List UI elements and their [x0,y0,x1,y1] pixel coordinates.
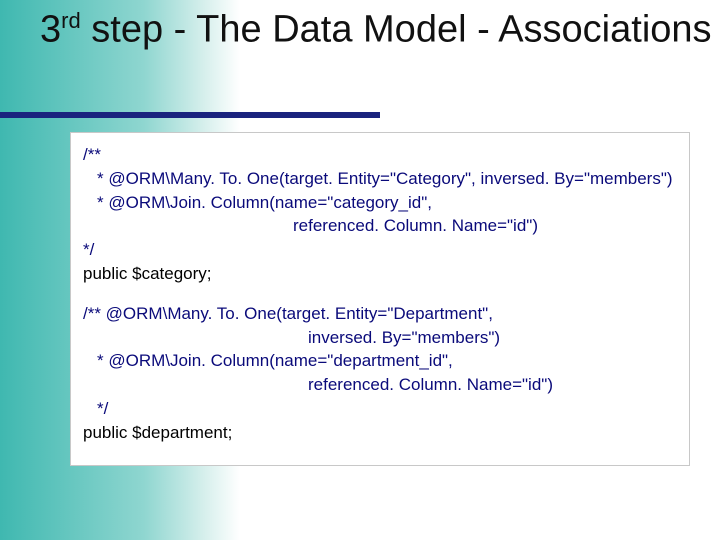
code-statement: public $department; [83,421,677,445]
title-ordinal-suffix: rd [61,8,81,33]
title-underline [0,112,380,118]
code-box: /** * @ORM\Many. To. One(target. Entity=… [70,132,690,466]
code-line: * @ORM\Join. Column(name="category_id", [83,191,677,215]
title-rest: step - The Data Model - Associations [81,9,712,51]
code-line: /** [83,143,677,167]
spacer [83,292,677,302]
code-line: referenced. Column. Name="id") [83,214,677,238]
code-line: /** @ORM\Many. To. One(target. Entity="D… [83,302,677,326]
title-ordinal: 3 [40,9,61,51]
code-line: * @ORM\Join. Column(name="department_id"… [83,349,677,373]
code-line: referenced. Column. Name="id") [83,373,677,397]
code-block-1: /** * @ORM\Many. To. One(target. Entity=… [83,143,677,286]
code-line: inversed. By="members") [83,326,677,350]
code-line: */ [83,238,677,262]
code-statement: public $category; [83,262,677,286]
code-line: * @ORM\Many. To. One(target. Entity="Cat… [83,167,677,191]
slide-title: 3rd step - The Data Model - Associations [40,8,712,52]
code-block-2: /** @ORM\Many. To. One(target. Entity="D… [83,302,677,445]
code-line: */ [83,397,677,421]
